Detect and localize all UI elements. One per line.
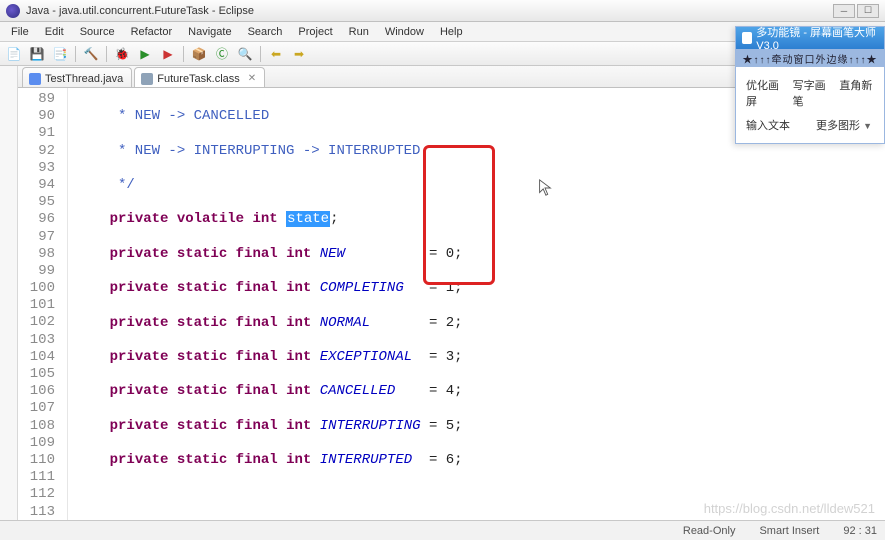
debug-icon[interactable]: 🐞 xyxy=(112,44,132,64)
code-editor[interactable]: 8990919293949596979899100101102103104105… xyxy=(18,88,885,520)
status-bar: Read-Only Smart Insert 92 : 31 xyxy=(0,520,885,540)
line-number: 105 xyxy=(18,366,55,383)
new-icon[interactable]: 📄 xyxy=(4,44,24,64)
panel-opt[interactable]: 写字画笔 xyxy=(793,77,828,109)
tab-label: FutureTask.class xyxy=(157,73,240,85)
menu-navigate[interactable]: Navigate xyxy=(181,24,238,40)
window-controls: ─ ☐ xyxy=(833,4,879,18)
line-number: 110 xyxy=(18,452,55,469)
line-number: 113 xyxy=(18,504,55,521)
status-insert: Smart Insert xyxy=(759,525,819,537)
line-number: 97 xyxy=(18,229,55,246)
tab-futuretask[interactable]: FutureTask.class ✕ xyxy=(134,67,265,87)
line-number: 103 xyxy=(18,332,55,349)
menu-refactor[interactable]: Refactor xyxy=(124,24,180,40)
menu-project[interactable]: Project xyxy=(291,24,339,40)
code-line xyxy=(76,487,885,504)
separator xyxy=(260,46,261,62)
line-number: 93 xyxy=(18,160,55,177)
maximize-button[interactable]: ☐ xyxy=(857,4,879,18)
status-position: 92 : 31 xyxy=(843,525,877,537)
code-line: private volatile int state; xyxy=(76,211,885,228)
code-content[interactable]: * NEW -> CANCELLED * NEW -> INTERRUPTING… xyxy=(68,88,885,520)
java-file-icon xyxy=(29,73,41,85)
panel-icon xyxy=(742,32,752,44)
tab-testthread[interactable]: TestThread.java xyxy=(22,67,132,87)
back-icon[interactable]: ⬅ xyxy=(266,44,286,64)
chevron-down-icon: ▼ xyxy=(863,121,872,131)
line-number: 92 xyxy=(18,143,55,160)
build-icon[interactable]: 🔨 xyxy=(81,44,101,64)
line-number: 94 xyxy=(18,177,55,194)
close-icon[interactable]: ✕ xyxy=(248,73,256,84)
line-number: 96 xyxy=(18,211,55,228)
panel-opt[interactable]: 优化画屏 xyxy=(746,77,781,109)
line-number: 111 xyxy=(18,469,55,486)
separator xyxy=(183,46,184,62)
window-title: Java - java.util.concurrent.FutureTask -… xyxy=(26,5,833,17)
eclipse-icon xyxy=(6,4,20,18)
line-number: 102 xyxy=(18,314,55,331)
code-line: private static final int EXCEPTIONAL = 3… xyxy=(76,349,885,366)
save-icon[interactable]: 💾 xyxy=(27,44,47,64)
separator xyxy=(106,46,107,62)
menu-search[interactable]: Search xyxy=(241,24,290,40)
screen-pen-panel[interactable]: 多功能镜 - 屏幕画笔大师V3.0 ★↑↑↑牵动窗口外边缘↑↑↑★ 优化画屏 写… xyxy=(735,26,885,144)
forward-icon[interactable]: ➡ xyxy=(289,44,309,64)
line-number: 90 xyxy=(18,108,55,125)
line-number: 107 xyxy=(18,400,55,417)
menu-window[interactable]: Window xyxy=(378,24,431,40)
menu-help[interactable]: Help xyxy=(433,24,470,40)
code-line: private static final int INTERRUPTED = 6… xyxy=(76,452,885,469)
menu-file[interactable]: File xyxy=(4,24,36,40)
code-line: private static final int COMPLETING = 1; xyxy=(76,280,885,297)
line-number: 89 xyxy=(18,91,55,108)
panel-strip: ★↑↑↑牵动窗口外边缘↑↑↑★ xyxy=(736,49,884,67)
class-file-icon xyxy=(141,73,153,85)
code-line: private static final int INTERRUPTING = … xyxy=(76,418,885,435)
panel-titlebar[interactable]: 多功能镜 - 屏幕画笔大师V3.0 xyxy=(736,27,884,49)
code-line: private static final int CANCELLED = 4; xyxy=(76,383,885,400)
line-gutter: 8990919293949596979899100101102103104105… xyxy=(18,88,68,520)
line-number: 108 xyxy=(18,418,55,435)
tab-label: TestThread.java xyxy=(45,73,123,85)
save-all-icon[interactable]: 📑 xyxy=(50,44,70,64)
panel-opt[interactable]: 更多图形 ▼ xyxy=(816,117,874,133)
line-number: 98 xyxy=(18,246,55,263)
line-number: 91 xyxy=(18,125,55,142)
status-readonly: Read-Only xyxy=(683,525,736,537)
line-number: 104 xyxy=(18,349,55,366)
line-number: 99 xyxy=(18,263,55,280)
line-number: 109 xyxy=(18,435,55,452)
separator xyxy=(75,46,76,62)
panel-body: 优化画屏 写字画笔 直角新 输入文本 更多图形 ▼ xyxy=(736,67,884,143)
menu-source[interactable]: Source xyxy=(73,24,122,40)
line-number: 101 xyxy=(18,297,55,314)
minimize-button[interactable]: ─ xyxy=(833,4,855,18)
new-class-icon[interactable]: Ⓒ xyxy=(212,44,232,64)
menu-edit[interactable]: Edit xyxy=(38,24,71,40)
run-ext-icon[interactable]: ▶ xyxy=(158,44,178,64)
line-number: 100 xyxy=(18,280,55,297)
new-package-icon[interactable]: 📦 xyxy=(189,44,209,64)
code-line: private static final int NORMAL = 2; xyxy=(76,315,885,332)
line-number: 95 xyxy=(18,194,55,211)
code-line: private static final int NEW = 0; xyxy=(76,246,885,263)
line-number: 112 xyxy=(18,486,55,503)
open-type-icon[interactable]: 🔍 xyxy=(235,44,255,64)
code-line: */ xyxy=(76,177,885,194)
left-ruler xyxy=(0,66,18,520)
panel-title: 多功能镜 - 屏幕画笔大师V3.0 xyxy=(756,24,878,52)
line-number: 106 xyxy=(18,383,55,400)
run-icon[interactable]: ▶ xyxy=(135,44,155,64)
window-titlebar: Java - java.util.concurrent.FutureTask -… xyxy=(0,0,885,22)
menu-run[interactable]: Run xyxy=(342,24,376,40)
selected-text: state xyxy=(286,211,330,227)
panel-opt[interactable]: 输入文本 xyxy=(746,117,804,133)
panel-opt[interactable]: 直角新 xyxy=(839,77,874,109)
code-line: * NEW -> INTERRUPTING -> INTERRUPTED xyxy=(76,143,885,160)
